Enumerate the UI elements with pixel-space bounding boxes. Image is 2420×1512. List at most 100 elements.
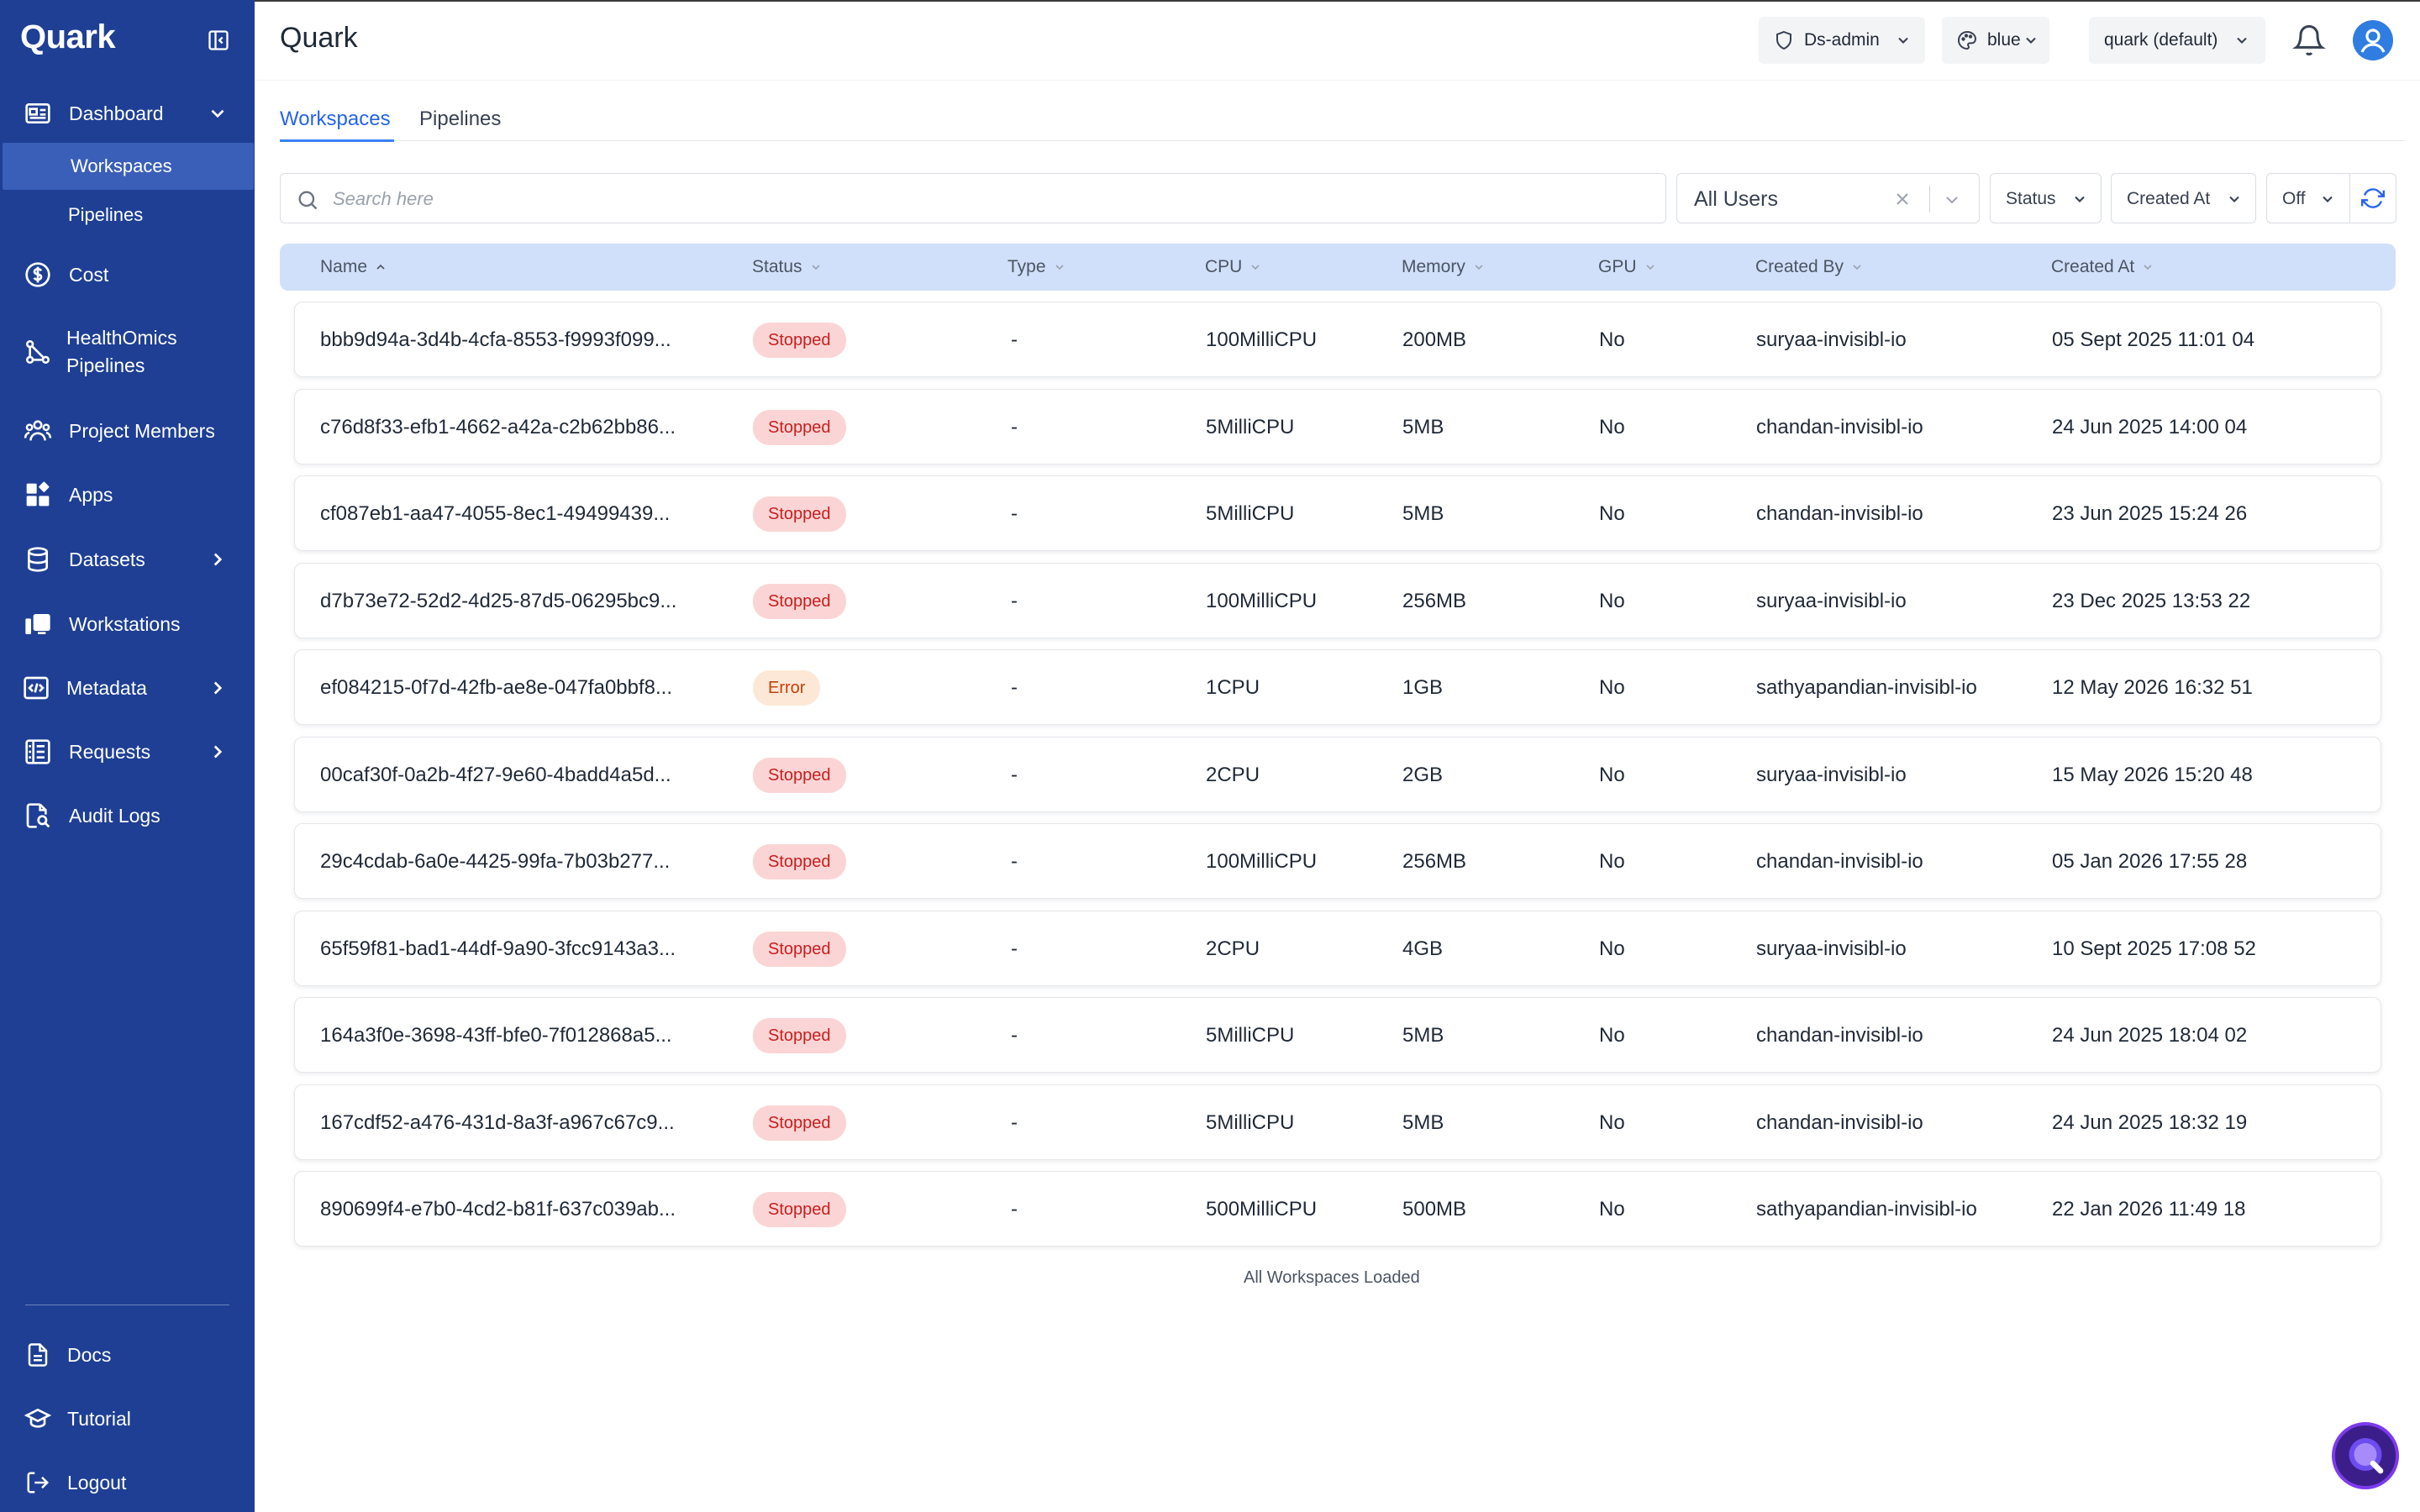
- cell-created-by: chandan-invisibl-io: [1756, 502, 1923, 525]
- sidebar-item-requests[interactable]: Requests: [0, 738, 255, 766]
- sidebar-item-healthomics-pipelines[interactable]: HealthOmics Pipelines: [0, 324, 255, 380]
- assistant-launcher-button[interactable]: [2332, 1422, 2399, 1489]
- cell-gpu: No: [1599, 937, 1625, 960]
- bell-icon[interactable]: [2292, 24, 2326, 57]
- search-box: [280, 173, 1666, 223]
- users-icon: [24, 417, 52, 445]
- search-input[interactable]: [333, 184, 1644, 214]
- chevron-down-icon: [1853, 265, 1861, 270]
- page-title: Quark: [280, 22, 358, 54]
- brand-logo[interactable]: Quark: [20, 18, 116, 56]
- column-header-status[interactable]: Status: [752, 257, 823, 277]
- sidebar-item-project-members[interactable]: Project Members: [0, 417, 255, 445]
- column-header-created-by[interactable]: Created By: [1755, 257, 1864, 277]
- sidebar-item-audit-logs[interactable]: Audit Logs: [0, 801, 255, 830]
- clear-icon[interactable]: [1892, 189, 1912, 209]
- table-row[interactable]: bbb9d94a-3d4b-4cfa-8553-f9993f099... Stop…: [294, 302, 2381, 377]
- table-header: Name Status Type CPU Memory GPU Created …: [280, 244, 2396, 291]
- column-header-name[interactable]: Name: [320, 257, 387, 277]
- theme-selector[interactable]: blue: [1942, 17, 2049, 64]
- avatar[interactable]: [2353, 20, 2393, 60]
- column-header-gpu[interactable]: GPU: [1598, 257, 1657, 277]
- table-row[interactable]: c76d8f33-efb1-4662-a42a-c2b62bb86... Stop…: [294, 388, 2381, 465]
- sidebar-item-workstations[interactable]: Workstations: [0, 610, 255, 638]
- document-icon: [24, 1341, 52, 1369]
- status-filter-button[interactable]: Status: [1990, 173, 2102, 223]
- chevron-down-icon: [2237, 37, 2247, 44]
- table-row[interactable]: d7b73e72-52d2-4d25-87d5-06295bc9... Stopp…: [294, 562, 2381, 638]
- code-icon: [22, 674, 50, 702]
- cell-gpu: No: [1599, 850, 1625, 873]
- cell-created-by: chandan-invisibl-io: [1756, 1110, 1923, 1134]
- sidebar-item-docs[interactable]: Docs: [0, 1341, 255, 1369]
- cell-created-at: 15 May 2026 15:20 48: [2052, 763, 2253, 786]
- cell-name: 167cdf52-a476-431d-8a3f-a967c67c9...: [320, 1110, 675, 1134]
- table-row[interactable]: 167cdf52-a476-431d-8a3f-a967c67c9... Stop…: [294, 1084, 2381, 1160]
- cell-gpu: No: [1599, 676, 1625, 699]
- sidebar-collapse-icon[interactable]: [207, 29, 230, 52]
- cell-created-by: sathyapandian-invisibl-io: [1756, 676, 1977, 699]
- cell-memory: 5MB: [1402, 502, 1444, 525]
- chevron-down-icon[interactable]: [2319, 191, 2336, 207]
- sidebar-item-label: Datasets: [69, 548, 145, 570]
- user-filter-select[interactable]: All Users: [1676, 173, 1980, 223]
- cell-type: -: [1011, 763, 1018, 786]
- status-badge: Stopped: [753, 931, 846, 967]
- sidebar-subitem-label: Pipelines: [68, 204, 144, 225]
- column-header-type[interactable]: Type: [1007, 257, 1066, 277]
- created-at-filter-button[interactable]: Created At: [2111, 173, 2256, 223]
- cell-name: 65f59f81-bad1-44df-9a90-3fcc9143a3...: [320, 937, 676, 960]
- status-badge: Stopped: [753, 583, 846, 619]
- role-selector[interactable]: Ds-admin: [1759, 17, 1925, 64]
- column-header-cpu[interactable]: CPU: [1205, 257, 1262, 277]
- project-selector[interactable]: quark (default): [2089, 17, 2265, 64]
- palette-icon: [1958, 30, 1977, 50]
- sidebar-subitem-workspaces[interactable]: Workspaces: [3, 143, 254, 190]
- sidebar-item-dashboard[interactable]: Dashboard: [0, 99, 255, 128]
- chevron-down-icon: [1898, 37, 1908, 44]
- sidebar-item-label: Tutorial: [67, 1407, 131, 1430]
- sidebar-item-datasets[interactable]: Datasets: [0, 545, 255, 574]
- cell-type: -: [1011, 589, 1018, 612]
- cell-created-at: 23 Dec 2025 13:53 22: [2052, 589, 2251, 612]
- cell-created-at: 24 Jun 2025 18:32 19: [2052, 1110, 2248, 1134]
- chevron-down-icon: [811, 265, 820, 270]
- project-label: quark (default): [2104, 30, 2218, 50]
- sidebar-item-tutorial[interactable]: Tutorial: [0, 1404, 255, 1433]
- table-row[interactable]: 00caf30f-0a2b-4f27-9e60-4badd4a5d... Stop…: [294, 736, 2381, 812]
- role-label: Ds-admin: [1804, 30, 1880, 50]
- chevron-down-icon[interactable]: [1942, 190, 1962, 210]
- table-row[interactable]: cf087eb1-aa47-4055-8ec1-49499439... Stopp…: [294, 475, 2381, 551]
- sidebar-item-cost[interactable]: Cost: [0, 260, 255, 289]
- cell-cpu: 500MilliCPU: [1206, 1198, 1318, 1221]
- tab-workspaces[interactable]: Workspaces: [280, 108, 391, 131]
- sidebar-item-logout[interactable]: Logout: [0, 1468, 255, 1497]
- table-row[interactable]: 65f59f81-bad1-44df-9a90-3fcc9143a3... Sto…: [294, 910, 2381, 986]
- apps-icon: [24, 480, 52, 509]
- refresh-separator: [2349, 173, 2350, 223]
- cell-created-by: suryaa-invisibl-io: [1756, 937, 1907, 960]
- cell-memory: 256MB: [1402, 850, 1467, 873]
- sidebar-item-label: Cost: [69, 263, 109, 286]
- sidebar-subitem-pipelines[interactable]: Pipelines: [0, 192, 255, 239]
- cell-created-by: suryaa-invisibl-io: [1756, 763, 1907, 786]
- cell-created-at: 24 Jun 2025 18:04 02: [2052, 1024, 2248, 1047]
- sidebar-item-apps[interactable]: Apps: [0, 480, 255, 509]
- table-row[interactable]: ef084215-0f7d-42fb-ae8e-047fa0bbf8... Err…: [294, 649, 2381, 725]
- sort-asc-icon: [376, 264, 385, 270]
- table-row[interactable]: 890699f4-e7b0-4cd2-b81f-637c039ab... Stop…: [294, 1171, 2381, 1247]
- refresh-icon[interactable]: [2361, 186, 2385, 210]
- auto-refresh-label[interactable]: Off: [2282, 188, 2306, 210]
- tab-pipelines[interactable]: Pipelines: [419, 108, 501, 131]
- cell-memory: 2GB: [1402, 763, 1444, 786]
- table-row[interactable]: 29c4cdab-6a0e-4425-99fa-7b03b277... Stopp…: [294, 823, 2381, 899]
- status-filter-label: Status: [2006, 189, 2056, 208]
- sidebar-item-label: HealthOmics Pipelines: [66, 327, 177, 376]
- sidebar-item-metadata[interactable]: Metadata: [0, 674, 255, 702]
- cell-cpu: 5MilliCPU: [1206, 1024, 1295, 1047]
- sidebar: Quark Dashboard Workspaces Pipelines Cos…: [0, 0, 255, 1512]
- column-header-created-at[interactable]: Created At: [2051, 257, 2154, 277]
- column-header-memory[interactable]: Memory: [1402, 257, 1486, 277]
- table-row[interactable]: 164a3f0e-3698-43ff-bfe0-7f012868a5... Sto…: [294, 997, 2381, 1073]
- cell-name: d7b73e72-52d2-4d25-87d5-06295bc9...: [320, 589, 677, 612]
